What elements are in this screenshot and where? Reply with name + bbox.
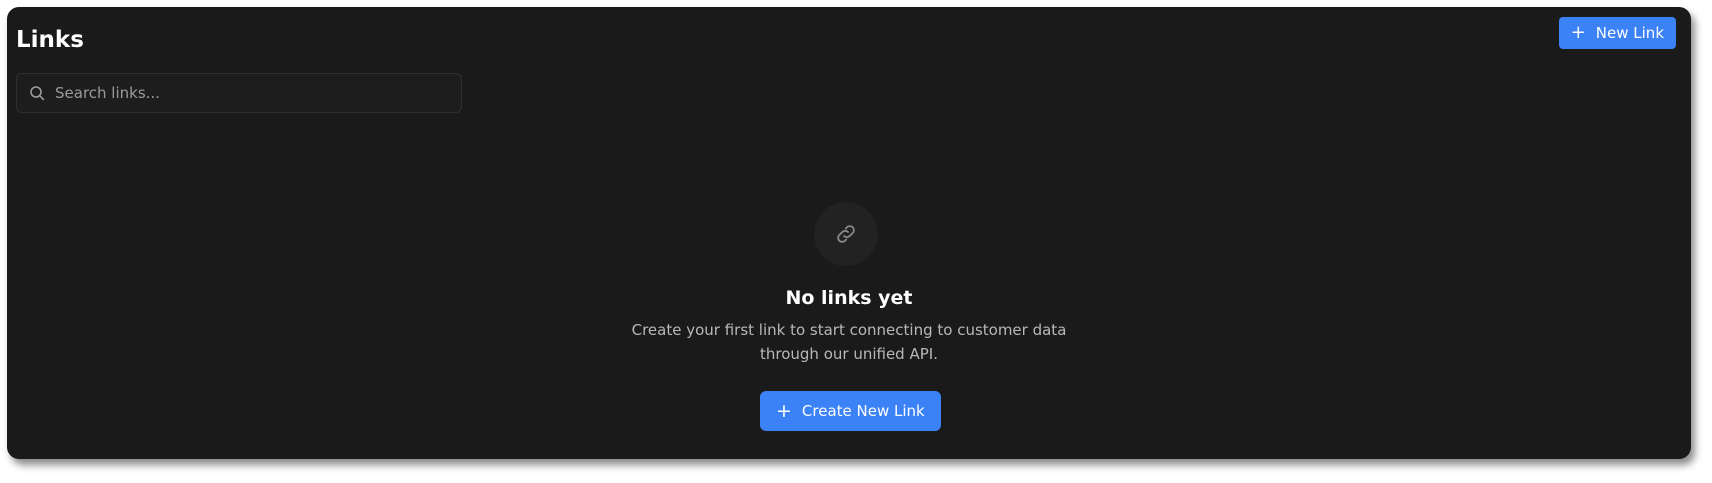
search-input[interactable] <box>53 83 457 103</box>
empty-state-description: Create your first link to start connecti… <box>631 321 1067 363</box>
empty-state-title: No links yet <box>785 287 913 309</box>
plus-icon: + <box>1570 22 1586 43</box>
empty-state-icon-badge <box>814 202 878 266</box>
search-box[interactable] <box>16 73 462 113</box>
link-icon <box>837 225 855 243</box>
create-new-link-label: Create New Link <box>801 402 925 420</box>
search-icon <box>30 86 45 101</box>
links-window: Links + New Link No links yet Create you… <box>7 7 1691 459</box>
page-title: Links <box>16 27 84 53</box>
create-new-link-button[interactable]: + Create New Link <box>760 391 941 431</box>
new-link-label: New Link <box>1595 24 1664 42</box>
new-link-button[interactable]: + New Link <box>1558 17 1676 49</box>
plus-icon: + <box>776 399 792 422</box>
